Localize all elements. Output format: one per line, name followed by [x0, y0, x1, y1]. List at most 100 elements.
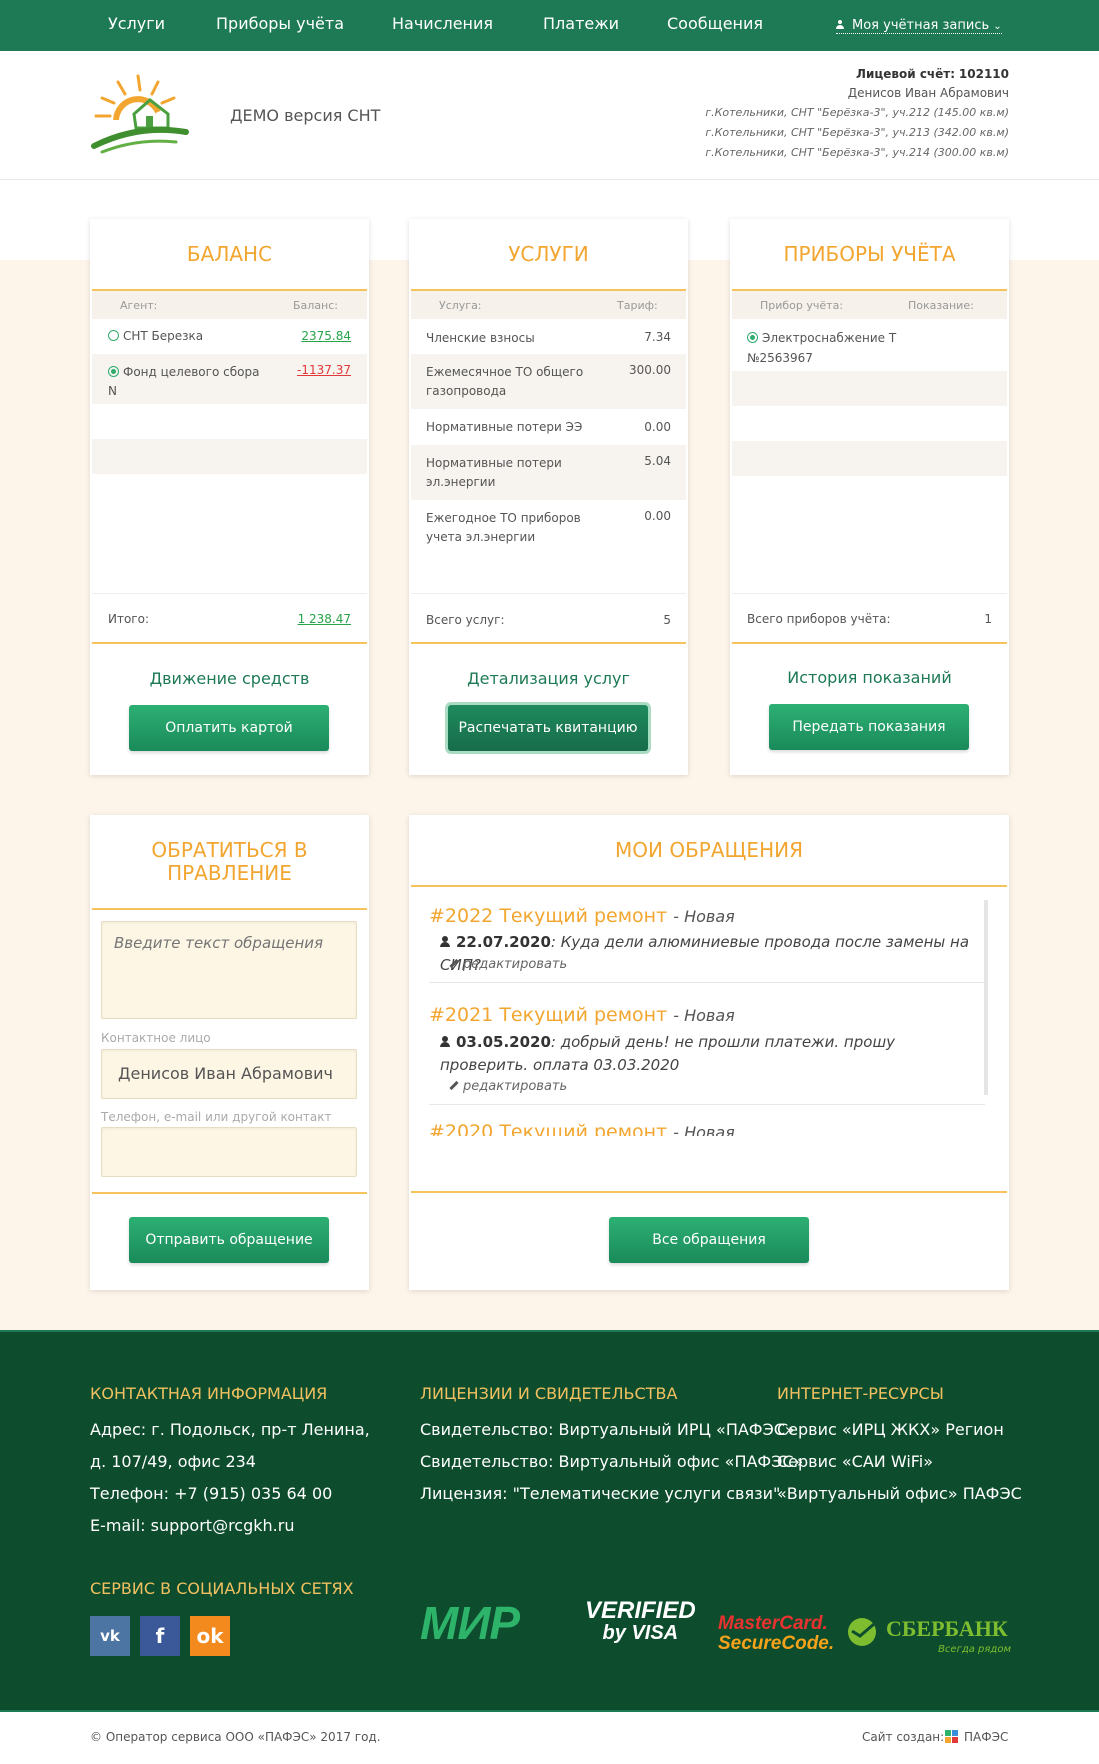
- balance-row[interactable]: СНТ Березка 2375.84: [92, 319, 367, 354]
- meters-card: ПРИБОРЫ УЧЁТА Прибор учёта: Показание: Э…: [730, 219, 1009, 775]
- column-meter: Прибор учёта:: [760, 299, 844, 312]
- sberbank-logo: СБЕРБАНК Всегда рядом: [846, 1614, 1011, 1656]
- service-row: Нормативные потери эл.энергии 5.04: [411, 445, 686, 500]
- meters-total-row: Всего приборов учёта: 1: [732, 593, 1007, 643]
- request-status: - Новая: [673, 907, 735, 926]
- logo-icon[interactable]: [88, 72, 190, 154]
- requests-card: МОИ ОБРАЩЕНИЯ #2022 Текущий ремонт - Нов…: [409, 815, 1009, 1290]
- contact-phone: Телефон: +7 (915) 035 64 00: [90, 1484, 333, 1503]
- request-title[interactable]: #2021 Текущий ремонт - Новая: [429, 1004, 735, 1026]
- licenses-heading: ЛИЦЕНЗИИ И СВИДЕТЕЛЬСТВА: [420, 1384, 678, 1403]
- license-link[interactable]: Лицензия: "Телематические услуги связи": [420, 1478, 803, 1510]
- service-tariff: 5.04: [644, 454, 671, 468]
- empty-row: [92, 439, 367, 474]
- balance-rows: СНТ Березка 2375.84 Фонд целевого сбора …: [92, 319, 367, 474]
- resource-link[interactable]: Сервис «ИРЦ ЖКХ» Регион: [777, 1414, 1022, 1446]
- message-input[interactable]: [101, 921, 357, 1019]
- radio-button[interactable]: [108, 366, 119, 377]
- contact-email[interactable]: E-mail: support@rcgkh.ru: [90, 1510, 370, 1542]
- total-label: Всего приборов учёта:: [747, 612, 891, 626]
- service-tariff: 300.00: [629, 363, 671, 377]
- contact-title: ОБРАТИТЬСЯ В ПРАВЛЕНИЕ: [151, 838, 308, 885]
- total-value[interactable]: 1 238.47: [298, 612, 351, 626]
- nav-services[interactable]: Услуги: [108, 14, 165, 33]
- facebook-icon[interactable]: f: [140, 1616, 180, 1656]
- pencil-icon: [449, 1080, 459, 1091]
- divider: [411, 642, 686, 644]
- service-tariff: 7.34: [644, 330, 671, 344]
- services-detail-link[interactable]: Детализация услуг: [409, 669, 688, 688]
- agent-balance[interactable]: -1137.37: [297, 363, 351, 377]
- resources-list: Сервис «ИРЦ ЖКХ» Регион Сервис «САИ WiFi…: [777, 1414, 1022, 1510]
- submit-readings-button[interactable]: Передать показания: [769, 704, 969, 750]
- print-receipt-button[interactable]: Распечатать квитанцию: [448, 705, 648, 751]
- contact-card: ОБРАТИТЬСЯ В ПРАВЛЕНИЕ Контактное лицо Д…: [90, 815, 369, 1290]
- divider: [429, 1104, 985, 1105]
- divider: [429, 982, 985, 983]
- contact-address: д. 107/49, офис 234: [90, 1452, 256, 1471]
- request-date: 22.07.2020: [456, 933, 551, 951]
- nav-payments[interactable]: Платежи: [543, 14, 619, 33]
- total-value: 5: [663, 613, 671, 627]
- phone-label: Телефон, e-mail или другой контакт: [101, 1110, 332, 1124]
- meters-title: ПРИБОРЫ УЧЁТА: [783, 242, 956, 266]
- site-title: ДЕМО версия СНТ: [230, 106, 381, 125]
- phone-field[interactable]: [101, 1127, 357, 1177]
- requests-list: #2022 Текущий ремонт - Новая 22.07.2020:…: [409, 893, 1009, 1223]
- license-link[interactable]: Свидетельство: Виртуальный ИРЦ «ПАФЭС»: [420, 1414, 803, 1446]
- service-row: Ежемесячное ТО общего газопровода 300.00: [411, 354, 686, 409]
- meter-name: Электроснабжение Т №2563967: [747, 331, 897, 365]
- nav-meters[interactable]: Приборы учёта: [216, 14, 344, 33]
- account-info: Лицевой счёт: 102110 Денисов Иван Абрамо…: [705, 65, 1009, 163]
- services-title: УСЛУГИ: [508, 242, 589, 266]
- request-text: 03.05.2020: добрый день! не прошли плате…: [440, 1033, 896, 1074]
- request-title[interactable]: #2020 Текущий ремонт - Новая: [429, 1121, 735, 1136]
- edit-link[interactable]: редактировать: [449, 957, 567, 972]
- mastercard-securecode-logo: MasterCard. SecureCode.: [718, 1613, 835, 1654]
- meter-row[interactable]: Электроснабжение Т №2563967: [732, 319, 1007, 371]
- pay-by-card-button[interactable]: Оплатить картой: [129, 705, 329, 751]
- readings-history-link[interactable]: История показаний: [730, 668, 1009, 687]
- contact-address: Адрес: г. Подольск, пр-т Ленина,: [90, 1420, 370, 1439]
- request-date: 03.05.2020: [456, 1033, 551, 1051]
- account-number: 102110: [958, 67, 1009, 81]
- account-number-label: Лицевой счёт:: [855, 67, 956, 81]
- request-status: - Новая: [673, 1006, 735, 1025]
- divider: [92, 642, 367, 644]
- odnoklassniki-icon[interactable]: ok: [190, 1616, 230, 1656]
- service-row: Членские взносы 7.34: [411, 319, 686, 354]
- service-name: Нормативные потери эл.энергии: [426, 456, 562, 489]
- money-movement-link[interactable]: Движение средств: [90, 669, 369, 688]
- agent-balance[interactable]: 2375.84: [301, 329, 351, 343]
- column-agent: Агент:: [120, 299, 158, 312]
- services-rows: Членские взносы 7.34 Ежемесячное ТО обще…: [411, 319, 686, 555]
- service-tariff: 0.00: [644, 420, 671, 434]
- resource-link[interactable]: «Виртуальный офис» ПАФЭС: [777, 1478, 1022, 1510]
- services-card: УСЛУГИ Услуга: Тариф: Членские взносы 7.…: [409, 219, 688, 775]
- radio-button[interactable]: [747, 332, 758, 343]
- contact-person-field[interactable]: Денисов Иван Абрамович: [101, 1049, 357, 1099]
- user-icon: [440, 936, 450, 947]
- site-header: ДЕМО версия СНТ Лицевой счёт: 102110 Ден…: [0, 51, 1099, 180]
- total-label: Всего услуг:: [426, 613, 505, 627]
- agent-name: СНТ Березка: [123, 329, 204, 343]
- account-menu[interactable]: Моя учётная запись ⌄: [836, 18, 1002, 34]
- user-icon: [836, 20, 844, 29]
- resource-link[interactable]: Сервис «САИ WiFi»: [777, 1446, 1022, 1478]
- request-title[interactable]: #2022 Текущий ремонт - Новая: [429, 905, 735, 927]
- mir-logo: МИР: [420, 1597, 520, 1649]
- radio-button[interactable]: [108, 330, 119, 341]
- balance-row[interactable]: Фонд целевого сбора N -1137.37: [92, 354, 367, 404]
- nav-messages[interactable]: Сообщения: [667, 14, 763, 33]
- account-label: Моя учётная запись: [852, 18, 990, 33]
- license-link[interactable]: Свидетельство: Виртуальный офис «ПАФЭС»: [420, 1446, 803, 1478]
- copyright: © Оператор сервиса ООО «ПАФЭС» 2017 год.: [90, 1730, 381, 1744]
- vk-icon[interactable]: vk: [90, 1616, 130, 1656]
- all-requests-button[interactable]: Все обращения: [609, 1217, 809, 1263]
- pafes-brand[interactable]: ПАФЭС: [964, 1730, 1008, 1744]
- edit-link[interactable]: редактировать: [449, 1079, 567, 1094]
- send-request-button[interactable]: Отправить обращение: [129, 1217, 329, 1263]
- bottom-bar: © Оператор сервиса ООО «ПАФЭС» 2017 год.…: [0, 1710, 1099, 1764]
- request-clip: #2020 Текущий ремонт - Новая: [409, 1113, 1009, 1136]
- nav-charges[interactable]: Начисления: [392, 14, 493, 33]
